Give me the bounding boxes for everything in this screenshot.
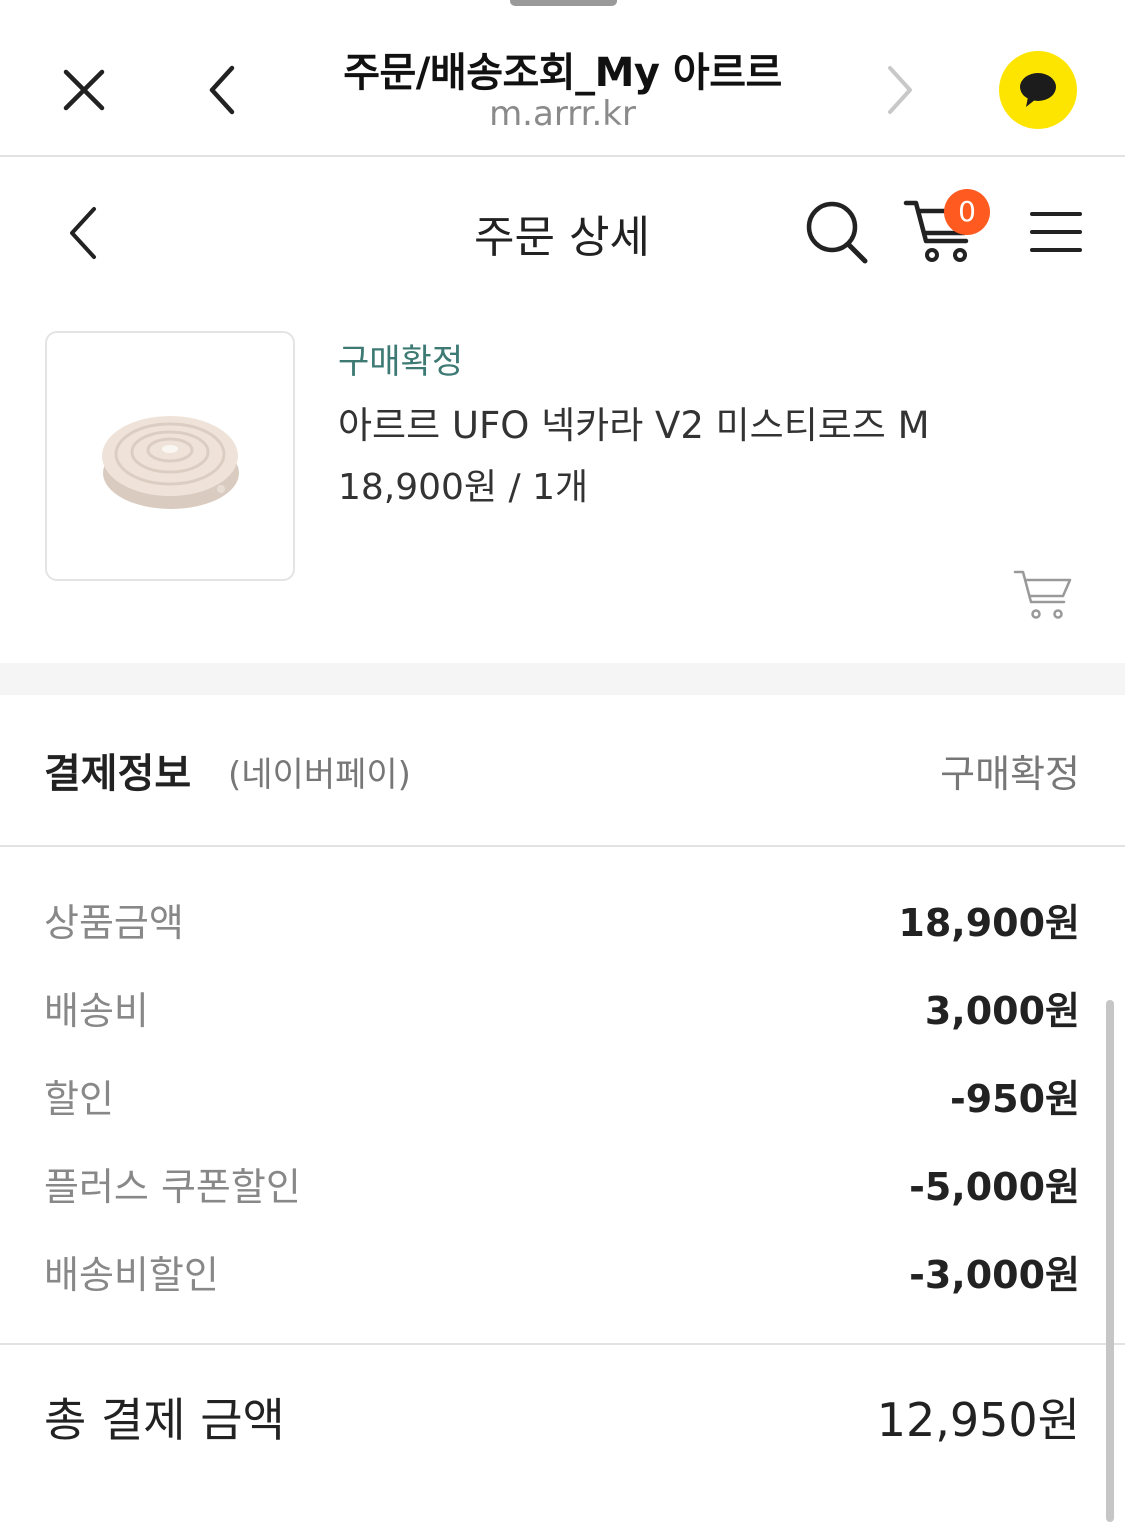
breakdown-value: -950원: [949, 1077, 1080, 1121]
menu-icon[interactable]: [1030, 211, 1082, 253]
product-status: 구매확정: [338, 342, 464, 382]
breakdown-label: 상품금액: [44, 901, 184, 945]
breakdown-row-product-amount: 상품금액 18,900원: [0, 870, 1125, 958]
product-price-quantity: 18,900원 / 1개: [338, 467, 589, 508]
browser-bar: 주문/배송조회_My 아르르 m.arrr.kr: [0, 0, 1125, 157]
payment-status: 구매확정: [940, 752, 1080, 796]
page: 주문/배송조회_My 아르르 m.arrr.kr 주문 상세 0 구매확정 아르…: [0, 0, 1125, 1522]
total-payment-value: 12,950원: [876, 1393, 1080, 1447]
close-icon[interactable]: [58, 64, 110, 116]
breakdown-value: -5,000원: [909, 1165, 1080, 1209]
cart-count-badge: 0: [944, 189, 990, 235]
payment-info-title: 결제정보: [44, 751, 192, 797]
back-icon[interactable]: [62, 203, 102, 263]
breakdown-value: 3,000원: [924, 989, 1080, 1033]
section-divider: [0, 663, 1125, 695]
payment-method: (네이버페이): [228, 755, 411, 795]
breakdown-row-shipping: 배송비 3,000원: [0, 958, 1125, 1046]
kakao-chat-icon: [1020, 73, 1056, 107]
breakdown-label: 배송비할인: [44, 1253, 219, 1297]
breakdown-row-shipping-discount: 배송비할인 -3,000원: [0, 1222, 1125, 1310]
breakdown-value: 18,900원: [898, 901, 1080, 945]
grab-handle[interactable]: [510, 0, 617, 6]
product-image[interactable]: [45, 331, 295, 581]
forward-icon[interactable]: [878, 62, 922, 118]
search-icon[interactable]: [804, 197, 870, 267]
product-name[interactable]: 아르르 UFO 넥카라 V2 미스티로즈 M: [338, 395, 930, 449]
payment-breakdown: 상품금액 18,900원 배송비 3,000원 할인 -950원 플러스 쿠폰할…: [0, 870, 1125, 1310]
scrollbar[interactable]: [1106, 1000, 1114, 1522]
kakao-chat-button[interactable]: [999, 51, 1077, 129]
breakdown-row-coupon-discount: 플러스 쿠폰할인 -5,000원: [0, 1134, 1125, 1222]
page-title: 주문 상세: [474, 212, 650, 263]
divider: [0, 1343, 1125, 1345]
add-to-cart-icon[interactable]: [1012, 568, 1074, 624]
payment-info-header: 결제정보 (네이버페이) 구매확정: [0, 695, 1125, 847]
breakdown-label: 배송비: [44, 989, 149, 1033]
total-payment-label: 총 결제 금액: [44, 1393, 285, 1447]
browser-title: 주문/배송조회_My 아르르: [343, 50, 782, 96]
back-icon[interactable]: [200, 62, 244, 118]
breakdown-label: 할인: [44, 1077, 114, 1121]
breakdown-row-discount: 할인 -950원: [0, 1046, 1125, 1134]
breakdown-value: -3,000원: [909, 1253, 1080, 1297]
breakdown-label: 플러스 쿠폰할인: [44, 1165, 301, 1209]
browser-url: m.arrr.kr: [489, 94, 636, 134]
